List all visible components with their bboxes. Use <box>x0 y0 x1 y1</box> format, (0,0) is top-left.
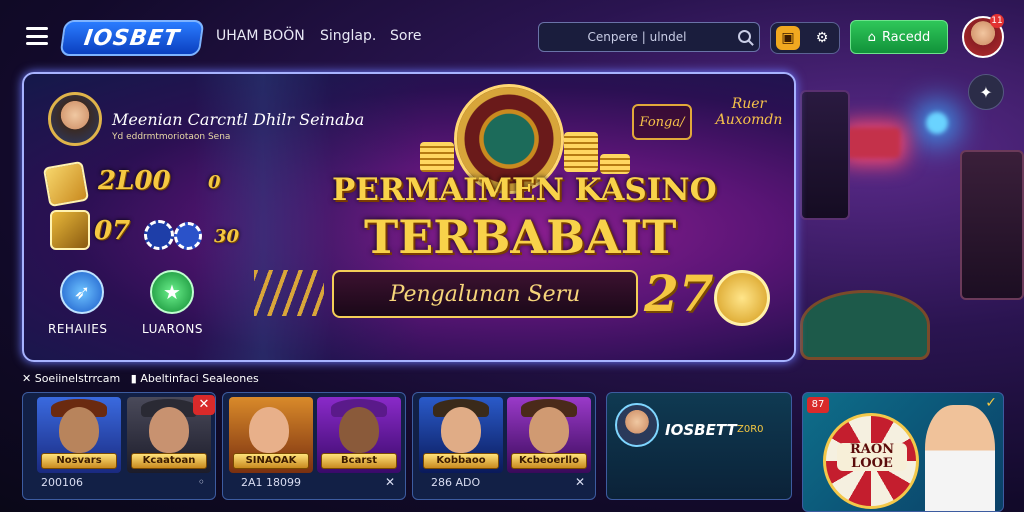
promo-tile[interactable]: IOSBETT Z0R0 <box>606 392 792 500</box>
game-title: Kobbaoo <box>423 453 499 469</box>
neon-sign-right: Ruer Auxomdn <box>708 96 790 140</box>
gamepad-icon[interactable]: ✦ <box>968 74 1004 110</box>
gold-coin-icon <box>714 270 770 326</box>
character-face <box>441 407 481 453</box>
stage-light <box>846 128 900 158</box>
balance-value: 2L00 <box>98 166 171 196</box>
coin-stack <box>600 154 630 174</box>
player-subtitle: Yd eddrmtmoriotaon Sena <box>112 132 231 142</box>
casino-table <box>800 290 930 360</box>
hamburger-menu-icon[interactable] <box>26 27 48 45</box>
search-icon[interactable] <box>738 30 751 43</box>
character-face <box>339 407 379 453</box>
close-icon[interactable]: ✕ <box>385 475 395 489</box>
rewards-icon[interactable]: ➶ <box>60 270 104 314</box>
quick-icons: ▣ ⚙ <box>770 22 840 54</box>
host-character <box>925 405 995 511</box>
section-icon: ✕ <box>22 372 32 385</box>
hero-title-line2: TERBABAIT <box>364 210 677 264</box>
wheel-label: RAON LOOE <box>837 443 907 471</box>
check-icon: ✓ <box>985 395 997 411</box>
bonus-suffix: 30 <box>214 226 240 247</box>
poker-chip-icon <box>144 220 174 250</box>
game-tile-4[interactable]: Bcarst <box>317 397 401 473</box>
game-meta: 200106 <box>41 476 83 489</box>
notification-badge: 11 <box>990 14 1004 28</box>
nav-item-2[interactable]: Singlap. <box>320 28 376 44</box>
play-now-button[interactable]: Pengalunan Seru <box>332 270 638 318</box>
search-input[interactable] <box>547 27 727 47</box>
nav-item-3[interactable]: Sore <box>390 28 422 44</box>
bonus-value: 07 <box>94 216 131 246</box>
game-group-2: SINAOAK Bcarst 2A1 18099 ✕ <box>222 392 406 500</box>
slot-machine <box>960 150 1024 300</box>
promo-avatar <box>615 403 659 447</box>
card-icon <box>42 160 90 208</box>
game-tile-1[interactable]: Nosvars <box>37 397 121 473</box>
poker-chip-icon <box>174 222 202 250</box>
user-avatar[interactable]: 11 <box>962 14 1004 58</box>
hero-banner[interactable]: Meenian Carcntl Dhilr Seinaba Yd eddrmtm… <box>22 72 796 362</box>
slot-machine <box>800 90 850 220</box>
character-face <box>249 407 289 453</box>
hero-title-line1: PERMAIMEN KASINO <box>332 172 717 208</box>
promo-title: IOSBETT <box>665 421 737 439</box>
login-label: Racedd <box>881 29 931 45</box>
home-icon: ⌂ <box>867 29 876 45</box>
game-title: SINAOAK <box>233 453 309 469</box>
game-tile-6[interactable]: Kcbeoerllo <box>507 397 591 473</box>
missions-label[interactable]: LUARONS <box>142 322 203 336</box>
login-button[interactable]: ⌂ Racedd <box>850 20 948 54</box>
neon-sign-line1: Ruer <box>731 96 767 112</box>
player-avatar <box>48 92 102 146</box>
neon-sign-left: Fonga/ <box>632 104 692 140</box>
game-tile-5[interactable]: Kobbaoo <box>419 397 503 473</box>
game-title: Kcaatoan <box>131 453 207 469</box>
promo-suffix: Z0R0 <box>737 424 764 435</box>
wallet-icon[interactable]: ▣ <box>776 26 800 50</box>
search-box <box>538 22 760 52</box>
section-divider: ▮ <box>130 372 137 385</box>
neon-sign-line2: Auxomdn <box>715 112 783 128</box>
info-icon[interactable]: ◦ <box>198 475 205 489</box>
section-label-2[interactable]: Abeltinfaci Sealeones <box>140 372 258 385</box>
chips-icon <box>50 210 90 250</box>
game-group-1: Nosvars Kcaatoan ✕ 200106 ◦ <box>22 392 216 500</box>
top-header: IOSBET UHAM BOÖN Singlap. Sore ▣ ⚙ ⌂ Rac… <box>0 0 1024 72</box>
game-title: Kcbeoerllo <box>511 453 587 469</box>
hero-number: 27 <box>644 264 714 323</box>
character-face <box>149 407 189 453</box>
close-icon[interactable]: ✕ <box>575 475 585 489</box>
game-title: Bcarst <box>321 453 397 469</box>
brand-logo[interactable]: IOSBET <box>59 20 205 56</box>
game-meta: 2A1 18099 <box>241 476 302 489</box>
game-title: Nosvars <box>41 453 117 469</box>
stage-light <box>926 112 948 134</box>
promo-tag: 87 <box>807 397 829 413</box>
balance-suffix: 0 <box>208 172 221 193</box>
section-label-1[interactable]: Soeiinelstrrcam <box>35 372 121 385</box>
game-tile-3[interactable]: SINAOAK <box>229 397 313 473</box>
rewards-label[interactable]: REHAIIES <box>48 322 107 336</box>
section-header: ✕ Soeiinelstrrcam ▮ Abeltinfaci Sealeone… <box>22 372 259 385</box>
coin-stack <box>420 142 454 172</box>
nav-item-1[interactable]: UHAM BOÖN <box>216 28 305 44</box>
decorative-stripes <box>254 270 324 316</box>
character-face <box>529 407 569 453</box>
settings-icon[interactable]: ⚙ <box>810 26 834 50</box>
character-face <box>59 407 99 453</box>
close-icon[interactable]: ✕ <box>193 395 215 415</box>
game-meta: 286 ADO <box>431 476 481 489</box>
coin-stack <box>564 132 598 172</box>
player-name: Meenian Carcntl Dhilr Seinaba <box>112 110 365 129</box>
wheel-promo-card[interactable]: 87 RAON LOOE ✓ <box>802 392 1004 512</box>
game-group-3: Kobbaoo Kcbeoerllo 286 ADO ✕ <box>412 392 596 500</box>
star-icon[interactable]: ★ <box>150 270 194 314</box>
